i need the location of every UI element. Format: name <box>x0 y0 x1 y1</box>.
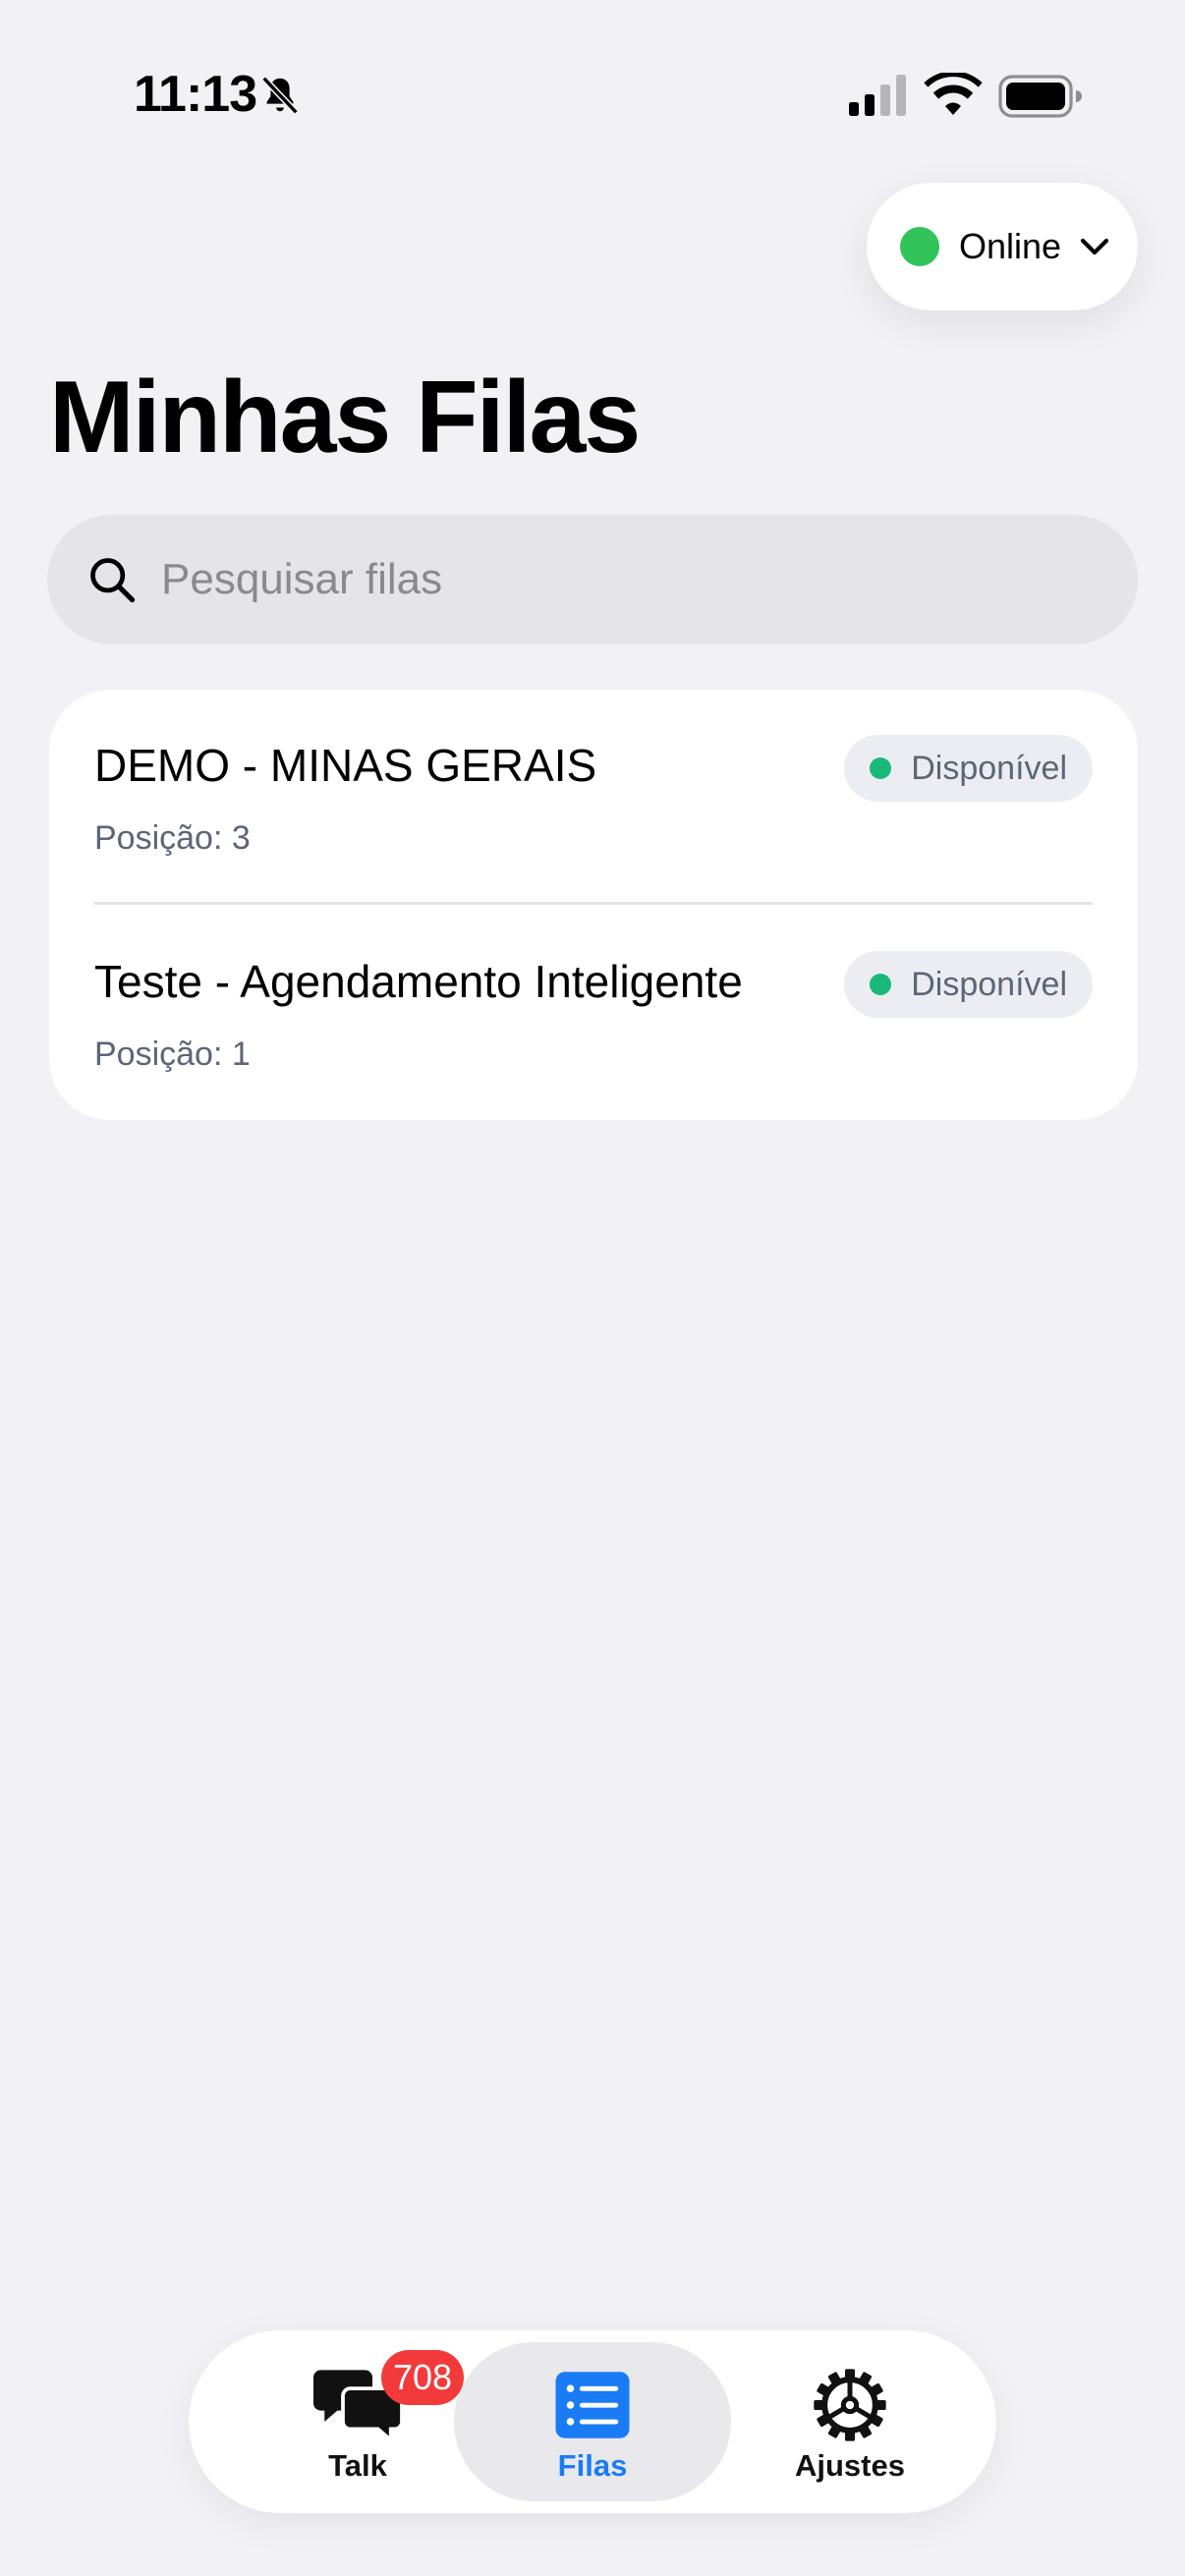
list-icon <box>555 2372 630 2438</box>
tab-filas[interactable]: Filas <box>454 2342 731 2501</box>
wifi-icon <box>924 73 983 115</box>
status-text: Disponível <box>911 749 1067 787</box>
chevron-down-icon <box>1080 238 1109 255</box>
signal-icon <box>849 75 906 116</box>
status-time: 11:13 <box>134 66 257 123</box>
unread-count-badge: 708 <box>381 2350 464 2405</box>
online-status-dot <box>900 227 939 266</box>
status-badge: Disponível <box>844 951 1093 1018</box>
status-badge: Disponível <box>844 735 1093 802</box>
queue-list: DEMO - MINAS GERAIS Posição: 3 Disponíve… <box>49 690 1138 1120</box>
status-text: Disponível <box>911 965 1067 1003</box>
status-bar: 11:13 <box>0 0 1185 187</box>
presence-label: Online <box>959 226 1062 266</box>
divider <box>94 902 1093 905</box>
available-dot <box>870 757 892 779</box>
search-icon <box>90 558 136 603</box>
search-bar[interactable] <box>47 515 1138 644</box>
tab-bar: Talk 708 Filas Ajustes <box>189 2330 996 2513</box>
available-dot <box>870 974 892 995</box>
tab-label: Filas <box>557 2448 628 2483</box>
queue-name: Teste - Agendamento Inteligente <box>94 956 743 1007</box>
tab-label: Talk <box>328 2448 387 2483</box>
queue-name: DEMO - MINAS GERAIS <box>94 740 597 791</box>
bell-slash-icon <box>261 76 299 115</box>
tab-ajustes[interactable]: Ajustes <box>757 2342 943 2501</box>
tab-label: Ajustes <box>795 2448 905 2483</box>
page-title: Minhas Filas <box>49 361 641 475</box>
search-input[interactable] <box>159 554 1047 605</box>
gear-icon <box>814 2369 886 2441</box>
queue-position: Posição: 1 <box>94 1036 251 1073</box>
battery-icon <box>998 75 1082 118</box>
queue-position: Posição: 3 <box>94 819 251 857</box>
presence-selector[interactable]: Online <box>867 183 1138 310</box>
